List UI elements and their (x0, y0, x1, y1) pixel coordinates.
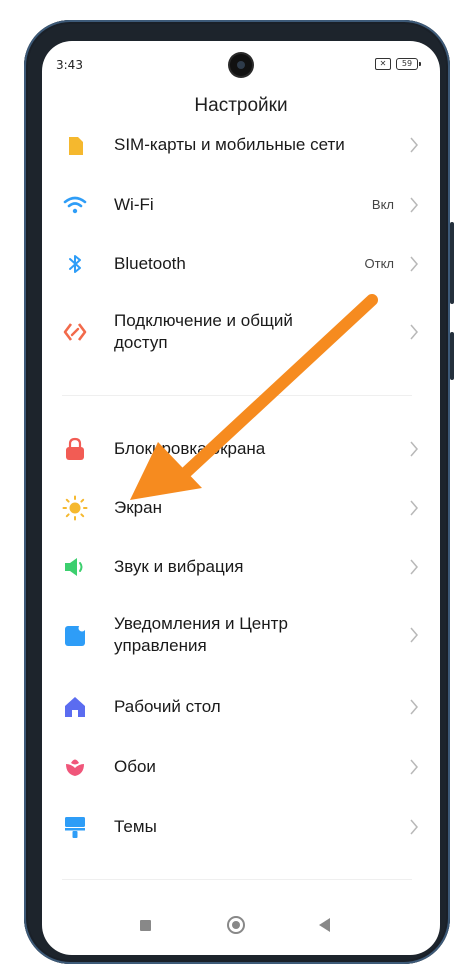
connection-sharing-icon (63, 323, 87, 341)
chevron-right-icon (410, 819, 418, 835)
chevron-right-icon (410, 137, 418, 153)
volume-button (450, 222, 454, 304)
chevron-right-icon (410, 197, 418, 213)
status-icons: ✕ 59 (375, 58, 421, 70)
settings-item-bluetooth[interactable]: Bluetooth Откл (42, 244, 440, 284)
flower-icon (66, 759, 84, 776)
recents-icon[interactable] (140, 920, 151, 931)
page-title: Настройки (194, 95, 288, 116)
settings-item-label: Темы (114, 817, 157, 836)
settings-item-label: SIM-карты и мобильные сети (114, 135, 345, 154)
status-bar: 3:43 ✕ 59 (42, 41, 440, 89)
wifi-status: Вкл (371, 197, 394, 212)
settings-item-label: Уведомления и Центр управления (114, 614, 288, 655)
status-time: 3:43 (56, 58, 83, 72)
settings-item-label: Wi-Fi (114, 195, 154, 214)
power-button (450, 332, 454, 380)
chevron-right-icon (410, 256, 418, 272)
sun-icon (62, 495, 88, 521)
chevron-right-icon (410, 324, 418, 340)
settings-item-label: Звук и вибрация (114, 557, 244, 576)
home-button-icon[interactable] (227, 916, 245, 934)
back-icon[interactable] (319, 918, 330, 932)
settings-item-label: Блокировка экрана (114, 439, 266, 458)
front-camera (230, 54, 252, 76)
battery-level: 59 (401, 59, 413, 68)
battery-icon: 59 (396, 58, 421, 70)
settings-item-label: Экран (114, 498, 162, 517)
speaker-icon (65, 558, 83, 576)
settings-item-notifications[interactable]: Уведомления и Центр управления (42, 607, 440, 663)
chevron-right-icon (410, 500, 418, 516)
section-divider (62, 395, 412, 396)
settings-item-connection-sharing[interactable]: Подключение и общий доступ (42, 304, 440, 360)
settings-item-sound[interactable]: Звук и вибрация (42, 547, 440, 587)
settings-item-label: Обои (114, 757, 156, 776)
screen: 3:43 ✕ 59 Настройки SIM-карты и мобильны… (42, 41, 440, 955)
navigation-bar (42, 905, 440, 955)
sim-off-icon: ✕ (375, 58, 391, 70)
home-icon (65, 697, 85, 717)
settings-item-wallpaper[interactable]: Обои (42, 747, 440, 787)
sim-card-icon (69, 137, 83, 155)
settings-item-sim[interactable]: SIM-карты и мобильные сети (42, 125, 440, 165)
settings-item-wifi[interactable]: Wi-Fi Вкл (42, 185, 440, 225)
settings-item-home-screen[interactable]: Рабочий стол (42, 687, 440, 727)
settings-item-label: Bluetooth (114, 254, 186, 273)
chevron-right-icon (410, 559, 418, 575)
chevron-right-icon (410, 699, 418, 715)
settings-item-lock-screen[interactable]: Блокировка экрана (42, 429, 440, 469)
settings-item-themes[interactable]: Темы (42, 807, 440, 847)
bluetooth-status: Откл (364, 256, 395, 271)
chevron-right-icon (410, 441, 418, 457)
settings-item-display[interactable]: Экран (42, 488, 440, 528)
section-divider (62, 879, 412, 880)
bluetooth-icon (69, 255, 81, 273)
settings-item-label: Подключение и общий доступ (114, 311, 293, 352)
brush-icon (65, 817, 85, 838)
settings-item-label: Рабочий стол (114, 697, 221, 716)
chevron-right-icon (410, 759, 418, 775)
lock-icon (66, 437, 84, 460)
wifi-icon (63, 196, 87, 214)
chevron-right-icon (410, 627, 418, 643)
notification-icon (65, 624, 86, 646)
